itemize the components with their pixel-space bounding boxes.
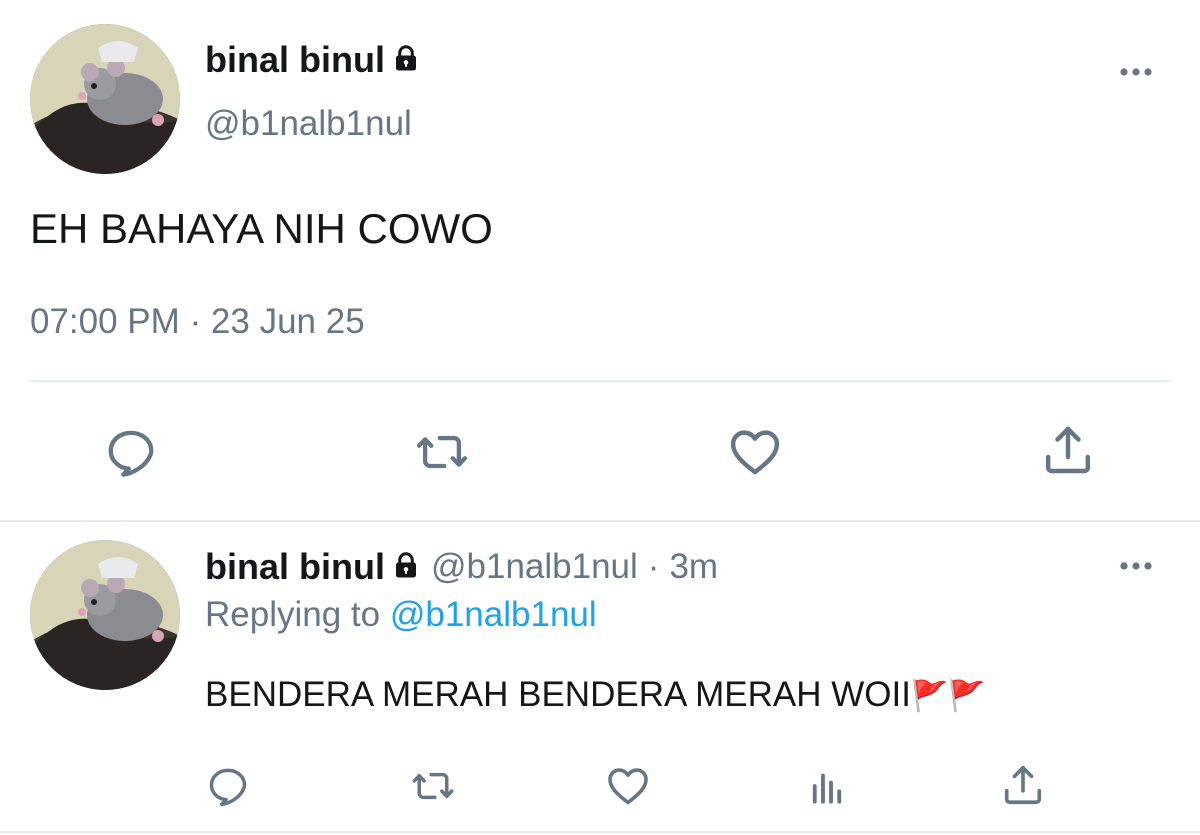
timestamp[interactable]: 07:00 PM · 23 Jun 25 xyxy=(30,302,365,342)
avatar[interactable] xyxy=(30,540,180,690)
handle[interactable]: @b1nalb1nul xyxy=(431,547,638,587)
divider xyxy=(0,831,1200,833)
share-button[interactable] xyxy=(1040,422,1096,478)
analytics-button[interactable] xyxy=(806,765,848,807)
reply-button[interactable] xyxy=(104,425,158,479)
retweet-icon xyxy=(412,772,454,800)
more-options-icon[interactable] xyxy=(1116,558,1160,574)
analytics-icon xyxy=(812,773,842,804)
like-button[interactable] xyxy=(605,763,651,809)
retweet-icon xyxy=(416,435,468,469)
separator: · xyxy=(647,547,660,586)
tweet-text: BENDERA MERAH BENDERA MERAH WOII xyxy=(205,675,911,714)
share-icon xyxy=(1045,426,1091,474)
red-flag-emoji: 🚩🚩 xyxy=(910,680,986,713)
heart-icon xyxy=(608,768,648,805)
display-name[interactable]: binal binul xyxy=(205,546,385,588)
lock-icon xyxy=(391,550,421,585)
lock-icon xyxy=(391,43,421,78)
reply-icon xyxy=(108,430,154,477)
display-name[interactable]: binal binul xyxy=(205,39,385,81)
share-icon xyxy=(1004,765,1042,805)
retweet-button[interactable] xyxy=(410,764,456,808)
share-button[interactable] xyxy=(1000,762,1046,808)
replying-to-label: Replying to xyxy=(205,595,381,634)
handle[interactable]: @b1nalb1nul xyxy=(205,104,412,144)
replying-to-handle[interactable]: @b1nalb1nul xyxy=(390,595,597,634)
time-ago[interactable]: 3m xyxy=(669,547,718,587)
reply-button[interactable] xyxy=(206,764,250,808)
divider xyxy=(30,380,1170,382)
divider xyxy=(0,520,1200,522)
more-options-icon[interactable] xyxy=(1116,64,1160,80)
reply-icon xyxy=(209,768,247,807)
like-button[interactable] xyxy=(727,424,783,480)
retweet-button[interactable] xyxy=(414,425,470,479)
avatar[interactable] xyxy=(30,24,180,174)
heart-icon xyxy=(730,430,780,475)
tweet-text: EH BAHAYA NIH COWO xyxy=(30,205,493,252)
